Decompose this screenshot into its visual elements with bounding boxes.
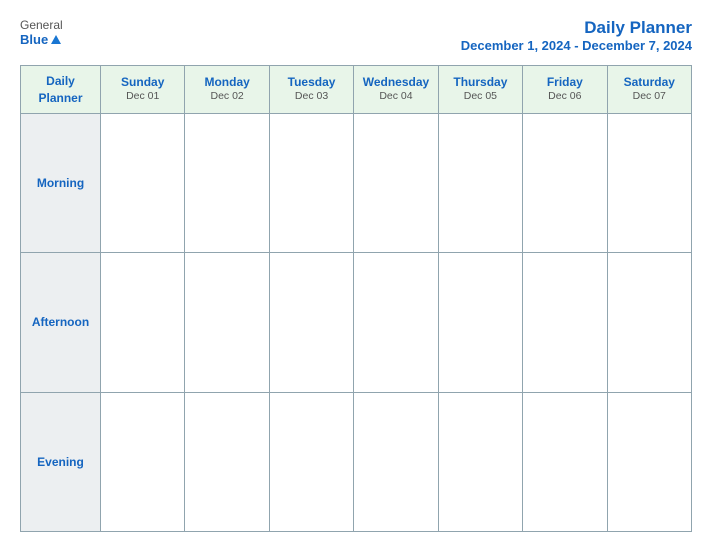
col-monday: Monday Dec 02 (185, 66, 269, 114)
logo-blue: Blue (20, 32, 48, 48)
cell-evening-wed[interactable] (354, 392, 438, 531)
cell-morning-mon[interactable] (185, 114, 269, 253)
title-area: Daily Planner December 1, 2024 - Decembe… (461, 18, 692, 53)
label-afternoon: Afternoon (21, 253, 101, 392)
logo-area: General Blue (20, 18, 63, 48)
row-evening: Evening (21, 392, 692, 531)
cell-afternoon-tue[interactable] (269, 253, 353, 392)
label-evening: Evening (21, 392, 101, 531)
cell-evening-sun[interactable] (101, 392, 185, 531)
cell-morning-tue[interactable] (269, 114, 353, 253)
row-morning: Morning (21, 114, 692, 253)
cell-afternoon-sun[interactable] (101, 253, 185, 392)
col-wednesday: Wednesday Dec 04 (354, 66, 438, 114)
cell-evening-tue[interactable] (269, 392, 353, 531)
logo-triangle-icon (51, 35, 61, 44)
col-tuesday: Tuesday Dec 03 (269, 66, 353, 114)
planner-subtitle: December 1, 2024 - December 7, 2024 (461, 38, 692, 53)
cell-morning-fri[interactable] (523, 114, 607, 253)
cell-afternoon-sat[interactable] (607, 253, 691, 392)
col-saturday: Saturday Dec 07 (607, 66, 691, 114)
cell-evening-fri[interactable] (523, 392, 607, 531)
cell-afternoon-thu[interactable] (438, 253, 522, 392)
cell-morning-thu[interactable] (438, 114, 522, 253)
row-afternoon: Afternoon (21, 253, 692, 392)
cell-evening-mon[interactable] (185, 392, 269, 531)
cell-evening-thu[interactable] (438, 392, 522, 531)
cell-morning-sun[interactable] (101, 114, 185, 253)
table-header-label: Daily Planner (21, 66, 101, 114)
planner-title: Daily Planner (461, 18, 692, 38)
planner-table: Daily Planner Sunday Dec 01 Monday Dec 0… (20, 65, 692, 532)
logo-general: General (20, 18, 63, 32)
cell-afternoon-fri[interactable] (523, 253, 607, 392)
cell-afternoon-mon[interactable] (185, 253, 269, 392)
cell-morning-wed[interactable] (354, 114, 438, 253)
cell-evening-sat[interactable] (607, 392, 691, 531)
cell-afternoon-wed[interactable] (354, 253, 438, 392)
col-sunday: Sunday Dec 01 (101, 66, 185, 114)
header: General Blue Daily Planner December 1, 2… (20, 18, 692, 53)
cell-morning-sat[interactable] (607, 114, 691, 253)
label-morning: Morning (21, 114, 101, 253)
col-thursday: Thursday Dec 05 (438, 66, 522, 114)
col-friday: Friday Dec 06 (523, 66, 607, 114)
